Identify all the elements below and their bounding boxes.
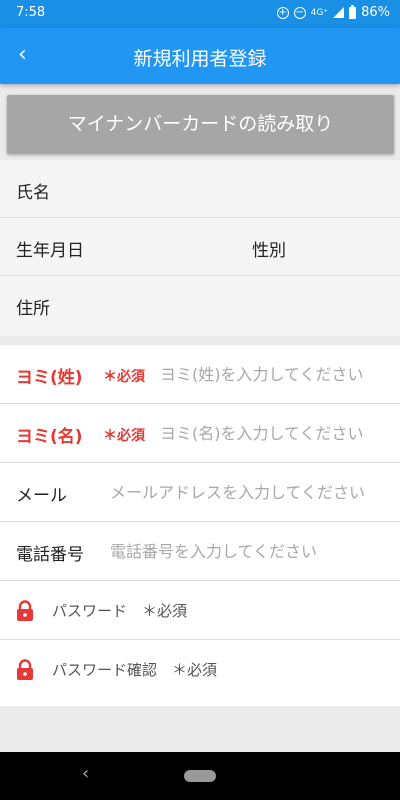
address-row: 住所 [0,276,400,334]
lock-icon [17,600,33,621]
registration-form: ヨミ(姓) ＊必須 ヨミ(名) ＊必須 メール 電話番号 パスワード ＊必須 パ… [0,345,400,706]
yomi-sei-required: ＊必須 [103,369,145,385]
yomi-mei-row: ヨミ(名) ＊必須 [0,404,400,463]
read-mynumber-card-button[interactable]: マイナンバーカードの読み取り [7,95,394,154]
yomi-sei-input[interactable] [160,359,400,389]
yomi-mei-label: ヨミ(名) [16,427,83,447]
birthdate-label: 生年月日 [16,241,84,261]
birthdate-gender-row: 生年月日 性別 [0,218,400,276]
phone-label: 電話番号 [16,545,84,565]
password-field[interactable]: パスワード ＊必須 [52,600,187,621]
email-label: メール [16,486,67,506]
nav-home-pill[interactable] [184,770,216,782]
phone-input[interactable] [110,536,400,566]
dnd-icon: − [293,6,306,19]
password-confirm-field[interactable]: パスワード確認 ＊必須 [52,659,217,680]
battery-icon [349,4,357,19]
password-confirm-row[interactable]: パスワード確認 ＊必須 [0,640,400,699]
add-circle-icon: + [276,6,289,19]
yomi-sei-label: ヨミ(姓) [16,368,83,388]
password-row[interactable]: パスワード ＊必須 [0,581,400,640]
page-title: 新規利用者登録 [133,48,267,70]
gender-label: 性別 [252,241,286,261]
network-type: 4G⁺ [310,7,329,18]
email-row: メール [0,463,400,522]
name-label: 氏名 [16,183,50,203]
status-time: 7:58 [16,5,46,20]
lock-icon [17,659,33,680]
address-label: 住所 [16,299,50,319]
system-nav-bar: ‹ [0,752,400,800]
yomi-mei-input[interactable] [160,418,400,448]
yomi-mei-required: ＊必須 [103,428,145,444]
status-icons: + − 4G⁺ 86% [276,4,390,20]
status-bar: 7:58 + − 4G⁺ 86% [0,0,400,28]
yomi-sei-row: ヨミ(姓) ＊必須 [0,345,400,404]
battery-percent: 86% [361,5,390,20]
name-row: 氏名 [0,160,400,218]
nav-back-icon[interactable]: ‹ [82,763,89,784]
signal-icon [333,7,345,18]
app-bar: ‹ 新規利用者登録 [0,28,400,84]
card-info-section: 氏名 生年月日 性別 住所 [0,160,400,336]
phone-row: 電話番号 [0,522,400,581]
email-input[interactable] [110,477,400,507]
